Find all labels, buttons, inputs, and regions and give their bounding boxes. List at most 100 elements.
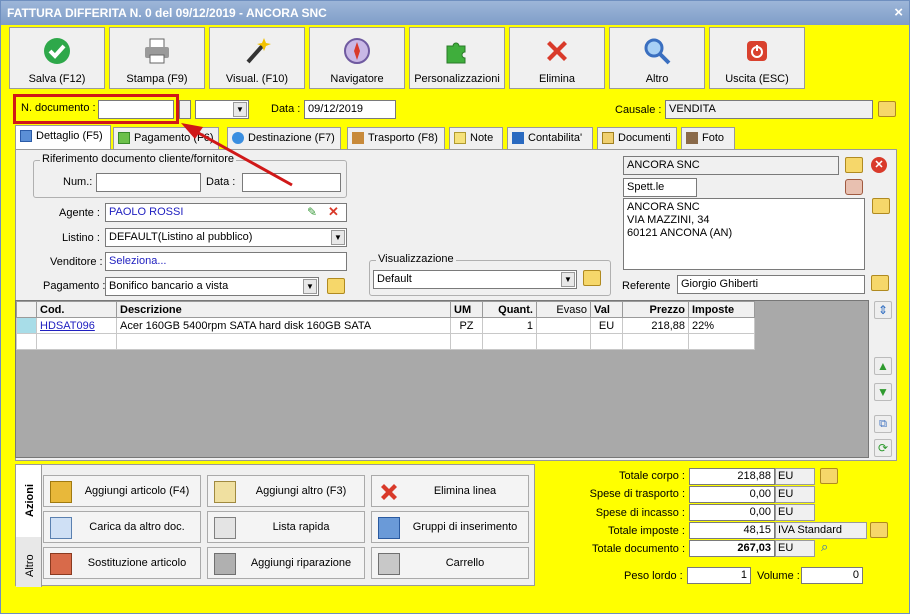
referente-input[interactable]: Giorgio Ghiberti — [677, 275, 865, 294]
table-row[interactable] — [16, 333, 755, 350]
totale-documento-unit[interactable]: EU — [775, 540, 815, 557]
empty-cell[interactable] — [590, 333, 623, 350]
pagamento-select[interactable]: Bonifico bancario a vista ▼ — [105, 277, 319, 296]
empty-cell[interactable] — [688, 333, 755, 350]
spese-incasso-unit[interactable]: EU — [775, 504, 815, 521]
person-icon[interactable] — [845, 179, 863, 195]
address-box[interactable]: ANCORA SNC VIA MAZZINI, 34 60121 ANCONA … — [623, 198, 865, 270]
tab-foto[interactable]: Foto — [681, 127, 735, 149]
col-val[interactable]: Val — [590, 301, 623, 318]
clear-icon[interactable]: ✕ — [328, 204, 339, 220]
tab-trasporto-label: Trasporto (F8) — [368, 132, 438, 144]
folder-icon[interactable] — [878, 101, 896, 117]
tab-trasporto[interactable]: Trasporto (F8) — [347, 127, 445, 149]
ndoc-input[interactable] — [98, 100, 174, 119]
cell-imposte[interactable]: 22% — [688, 317, 755, 334]
cell-um[interactable]: PZ — [450, 317, 483, 334]
customize-button[interactable]: Personalizzazioni — [409, 27, 505, 89]
add-repair-button[interactable]: Aggiungi riparazione — [207, 547, 365, 579]
zoom-icon[interactable]: ⌕ — [821, 539, 828, 555]
empty-cell[interactable] — [116, 333, 451, 350]
col-prezzo[interactable]: Prezzo — [622, 301, 689, 318]
causale-input[interactable]: VENDITA — [665, 100, 873, 119]
totale-imposte-value[interactable]: 48,15 — [689, 522, 775, 539]
navigator-button[interactable]: Navigatore — [309, 27, 405, 89]
replace-article-button[interactable]: Sostituzione articolo — [43, 547, 201, 579]
col-imposte[interactable]: Imposte — [688, 301, 755, 318]
row-selector[interactable] — [16, 317, 37, 334]
empty-cell[interactable] — [482, 333, 537, 350]
load-from-doc-button[interactable]: Carica da altro doc. — [43, 511, 201, 543]
move-down-icon[interactable]: ▼ — [874, 383, 892, 401]
scroll-arrows-icon[interactable]: ⇕ — [874, 301, 892, 319]
folder-icon[interactable] — [872, 198, 890, 214]
close-window-button[interactable]: × — [894, 1, 903, 25]
print-button[interactable]: Stampa (F9) — [109, 27, 205, 89]
empty-cell[interactable] — [622, 333, 689, 350]
salutation-input[interactable]: Spett.le — [623, 178, 697, 197]
tab-dettaglio[interactable]: Dettaglio (F5) — [15, 125, 111, 149]
quick-list-button[interactable]: Lista rapida — [207, 511, 365, 543]
empty-cell[interactable] — [536, 333, 591, 350]
folder-icon[interactable] — [845, 157, 863, 173]
tab-contabilita[interactable]: Contabilita' — [507, 127, 593, 149]
totale-corpo-value[interactable]: 218,88 — [689, 468, 775, 485]
col-cod[interactable]: Cod. — [36, 301, 117, 318]
exit-button[interactable]: Uscita (ESC) — [709, 27, 805, 89]
cell-val[interactable]: EU — [590, 317, 623, 334]
spese-trasporto-value[interactable]: 0,00 — [689, 486, 775, 503]
move-up-icon[interactable]: ▲ — [874, 357, 892, 375]
date-input[interactable]: 09/12/2019 — [304, 100, 396, 119]
add-other-button[interactable]: Aggiungi altro (F3) — [207, 475, 365, 507]
cell-quant[interactable]: 1 — [482, 317, 537, 334]
spese-trasporto-unit[interactable]: EU — [775, 486, 815, 503]
save-button[interactable]: Salva (F12) — [9, 27, 105, 89]
totale-imposte-unit[interactable]: IVA Standard — [775, 522, 867, 539]
cell-cod[interactable]: HDSAT096 — [36, 317, 117, 334]
venditore-input[interactable]: Seleziona... — [105, 252, 347, 271]
folder-icon[interactable] — [870, 522, 888, 538]
refresh-icon[interactable]: ⟳ — [874, 439, 892, 457]
tab-azioni[interactable]: Azioni — [16, 465, 42, 537]
empty-cell[interactable] — [450, 333, 483, 350]
remove-customer-icon[interactable]: ✕ — [871, 157, 887, 173]
folder-icon[interactable] — [820, 468, 838, 484]
copy-icon[interactable]: ⧉ — [874, 415, 892, 433]
folder-icon[interactable] — [327, 278, 345, 294]
col-descrizione[interactable]: Descrizione — [116, 301, 451, 318]
totale-corpo-unit[interactable]: EU — [775, 468, 815, 485]
delete-line-button[interactable]: Elimina linea — [371, 475, 529, 507]
col-evaso[interactable]: Evaso — [536, 301, 591, 318]
table-row[interactable]: HDSAT096 Acer 160GB 5400rpm SATA hard di… — [16, 317, 755, 334]
cell-prezzo[interactable]: 218,88 — [622, 317, 689, 334]
add-article-button[interactable]: Aggiungi articolo (F4) — [43, 475, 201, 507]
series-select[interactable]: ▼ — [195, 100, 249, 119]
col-um[interactable]: UM — [450, 301, 483, 318]
totale-documento-value[interactable]: 267,03 — [689, 540, 775, 557]
volume-value[interactable]: 0 — [801, 567, 863, 584]
delete-button[interactable]: Elimina — [509, 27, 605, 89]
cell-evaso[interactable] — [536, 317, 591, 334]
folder-icon[interactable] — [871, 275, 889, 291]
listino-select[interactable]: DEFAULT(Listino al pubblico) ▼ — [105, 228, 347, 247]
folder-icon[interactable] — [583, 270, 601, 286]
row-selector[interactable] — [16, 333, 37, 350]
insert-groups-button[interactable]: Gruppi di inserimento — [371, 511, 529, 543]
cart-button[interactable]: Carrello — [371, 547, 529, 579]
customer-name[interactable]: ANCORA SNC — [623, 156, 839, 175]
totale-documento-label: Totale documento : — [592, 543, 685, 555]
tab-note[interactable]: Note — [449, 127, 503, 149]
spese-incasso-value[interactable]: 0,00 — [689, 504, 775, 521]
col-quant[interactable]: Quant. — [482, 301, 537, 318]
tab-documenti[interactable]: Documenti — [597, 127, 677, 149]
visual-select[interactable]: Default ▼ — [373, 270, 577, 289]
empty-cell[interactable] — [36, 333, 117, 350]
peso-value[interactable]: 1 — [687, 567, 751, 584]
pencil-icon[interactable]: ✎ — [307, 205, 317, 219]
preview-button[interactable]: Visual. (F10) — [209, 27, 305, 89]
ndoc-suffix[interactable] — [179, 100, 191, 119]
other-button[interactable]: Altro — [609, 27, 705, 89]
tab-altro-label: Altro — [24, 554, 36, 577]
tab-altro[interactable]: Altro — [16, 537, 42, 587]
cell-descrizione[interactable]: Acer 160GB 5400rpm SATA hard disk 160GB … — [116, 317, 451, 334]
